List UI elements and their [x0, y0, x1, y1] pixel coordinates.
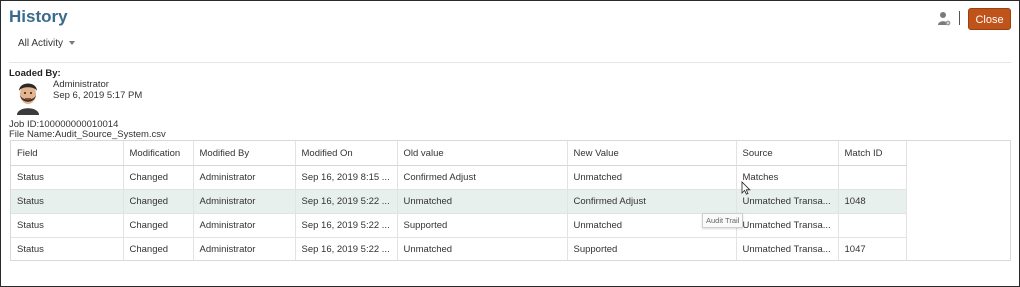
history-panel: History Close All Activity Loaded By: Ad… — [0, 0, 1020, 287]
cell-modification: Changed — [123, 237, 194, 260]
cell-field: Status — [11, 213, 124, 238]
cell-source[interactable]: Unmatched Transa... — [736, 237, 839, 260]
column-header-match-id[interactable]: Match ID — [838, 141, 907, 166]
page-title: History — [9, 7, 68, 26]
cell-modified-on: Sep 16, 2019 5:22 ... — [295, 189, 398, 214]
cell-match-id: 1047 — [838, 237, 907, 260]
avatar — [17, 83, 39, 115]
table-row[interactable]: Status Changed Administrator Sep 16, 201… — [11, 189, 907, 214]
cell-modified-on: Sep 16, 2019 8:15 ... — [295, 165, 398, 190]
user-settings-icon[interactable] — [937, 11, 951, 27]
mouse-cursor-icon — [741, 181, 751, 195]
audit-trail-tooltip: Audit Trail — [702, 213, 744, 228]
cell-field: Status — [11, 237, 124, 260]
cell-match-id — [838, 213, 907, 238]
cell-modified-by: Administrator — [193, 189, 296, 214]
cell-match-id: 1048 — [838, 189, 907, 214]
toolbar-divider — [959, 11, 960, 25]
column-header-source[interactable]: Source — [736, 141, 839, 166]
history-table: Field Modification Modified By Modified … — [10, 140, 1011, 261]
chevron-down-icon — [69, 41, 76, 46]
cell-modified-by: Administrator — [193, 213, 296, 238]
table-row[interactable]: Status Changed Administrator Sep 16, 201… — [11, 237, 907, 260]
cell-modified-by: Administrator — [193, 237, 296, 260]
cell-modification: Changed — [123, 213, 194, 238]
activity-filter-dropdown[interactable]: All Activity — [18, 38, 76, 49]
loaded-by-user: Administrator — [53, 79, 109, 90]
cell-modification: Changed — [123, 189, 194, 214]
loaded-by-date: Sep 6, 2019 5:17 PM — [53, 90, 143, 101]
cell-old-value: Supported — [397, 213, 568, 238]
cell-old-value: Confirmed Adjust — [397, 165, 568, 190]
activity-filter-label: All Activity — [18, 38, 64, 49]
cell-match-id — [838, 165, 907, 190]
table-row[interactable]: Status Changed Administrator Sep 16, 201… — [11, 165, 907, 190]
header-divider — [9, 62, 1011, 63]
cell-new-value: Unmatched — [567, 165, 737, 190]
column-header-old-value[interactable]: Old value — [397, 141, 568, 166]
file-name: File Name:Audit_Source_System.csv — [9, 129, 166, 140]
cell-old-value: Unmatched — [397, 237, 568, 260]
cell-modified-by: Administrator — [193, 165, 296, 190]
cell-new-value: Confirmed Adjust — [567, 189, 737, 214]
cell-modification: Changed — [123, 165, 194, 190]
cell-modified-on: Sep 16, 2019 5:22 ... — [295, 237, 398, 260]
cell-source[interactable]: Unmatched Transa... — [736, 213, 839, 238]
column-header-modified-on[interactable]: Modified On — [295, 141, 398, 166]
loaded-by-label: Loaded By: — [9, 68, 61, 79]
column-header-new-value[interactable]: New Value — [567, 141, 737, 166]
cell-modified-on: Sep 16, 2019 5:22 ... — [295, 213, 398, 238]
cell-old-value: Unmatched — [397, 189, 568, 214]
cell-source[interactable]: Unmatched Transa... — [736, 189, 839, 214]
table-row[interactable]: Status Changed Administrator Sep 16, 201… — [11, 213, 907, 238]
column-header-modified-by[interactable]: Modified By — [193, 141, 296, 166]
cell-source[interactable]: Matches — [736, 165, 839, 190]
column-header-modification[interactable]: Modification — [123, 141, 194, 166]
column-header-field[interactable]: Field — [11, 141, 124, 166]
cell-field: Status — [11, 189, 124, 214]
cell-new-value: Supported — [567, 237, 737, 260]
table-header-row: Field Modification Modified By Modified … — [11, 141, 907, 166]
cell-field: Status — [11, 165, 124, 190]
close-button[interactable]: Close — [968, 8, 1011, 30]
